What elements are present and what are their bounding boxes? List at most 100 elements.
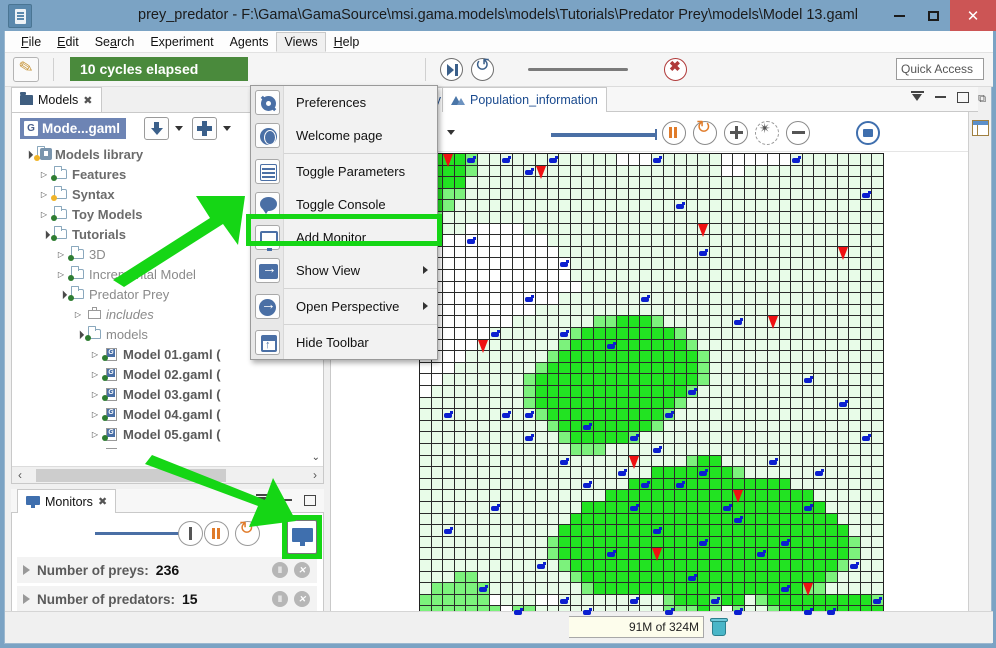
expand-icon[interactable]: [54, 250, 68, 259]
trash-icon[interactable]: [710, 617, 728, 637]
grid-cell: [733, 444, 745, 456]
display-slider[interactable]: [551, 129, 657, 140]
tree-item[interactable]: GModel 02.gaml (: [12, 364, 323, 384]
menu-edit[interactable]: Edit: [49, 32, 87, 52]
scroll-right-icon[interactable]: ›: [313, 468, 317, 482]
tab-monitors[interactable]: Monitors ✖: [17, 489, 117, 513]
camera-icon[interactable]: [856, 121, 880, 145]
scroll-down-icon[interactable]: ⌄: [312, 452, 320, 463]
menu-views[interactable]: Views: [276, 31, 326, 52]
expand-icon[interactable]: [88, 370, 102, 379]
step-icon[interactable]: [440, 58, 463, 81]
menu-item-open-perspective[interactable]: Open Perspective: [251, 290, 437, 323]
restore-view-icon[interactable]: [911, 91, 924, 103]
new-caret-icon[interactable]: [223, 126, 231, 131]
maximize-view-icon[interactable]: [957, 91, 969, 103]
close-monitor-icon-2[interactable]: ✕: [294, 591, 310, 607]
simulation-grid[interactable]: [419, 153, 884, 618]
expand-icon[interactable]: [88, 390, 102, 399]
restore-monitors-icon[interactable]: [256, 494, 269, 506]
agents-caret-icon[interactable]: [447, 130, 455, 135]
menu-item-toggle-console[interactable]: Toggle Console: [251, 188, 437, 221]
collapse-icon[interactable]: [37, 230, 51, 239]
pause-monitor-icon[interactable]: ‖: [272, 562, 288, 578]
expand-icon[interactable]: [37, 210, 51, 219]
grid-cell: [733, 560, 745, 572]
pause-icon[interactable]: [662, 121, 686, 145]
grid-cell: [698, 560, 710, 572]
expand-icon[interactable]: [88, 350, 102, 359]
scroll-left-icon[interactable]: ‹: [18, 468, 22, 482]
grid-cell: [872, 362, 883, 375]
menu-file[interactable]: FFileile: [13, 32, 49, 52]
grid-cell: [570, 525, 583, 537]
horizontal-scrollbar[interactable]: ‹ ›: [12, 466, 323, 483]
scrollbar-thumb[interactable]: [36, 469, 226, 482]
grid-cell: [872, 316, 883, 328]
menu-search[interactable]: Search: [87, 32, 143, 52]
new-icon[interactable]: [192, 117, 217, 140]
close-monitor-icon[interactable]: ✕: [294, 562, 310, 578]
pause-monitor-icon-2[interactable]: ‖: [272, 591, 288, 607]
monitor-slider[interactable]: [95, 532, 180, 535]
minimize-button[interactable]: [882, 0, 916, 31]
edit-icon[interactable]: [13, 57, 39, 82]
close-icon[interactable]: ✖: [83, 94, 92, 107]
grid-cell: [466, 212, 478, 224]
add-monitor-button[interactable]: [287, 520, 317, 554]
menu-item-welcome-page[interactable]: Welcome page: [251, 119, 437, 152]
monitor-row-preys[interactable]: Number of preys: 236 ‖ ✕: [17, 557, 317, 583]
expand-icon[interactable]: [88, 430, 102, 439]
close-button[interactable]: ✕: [950, 0, 996, 31]
grid-cell: [454, 177, 467, 189]
zoom-out-icon[interactable]: [786, 121, 810, 145]
menu-item-show-view[interactable]: Show View: [251, 254, 437, 287]
tab-models[interactable]: Models ✖: [11, 87, 102, 112]
expand-icon[interactable]: [37, 190, 51, 199]
collapse-icon[interactable]: [54, 290, 68, 299]
close-icon-monitors[interactable]: ✖: [98, 495, 107, 508]
menu-item-hide-toolbar[interactable]: Hide Toolbar: [251, 326, 437, 359]
current-model-chip[interactable]: G Mode...gaml: [20, 118, 127, 139]
expand-icon-2[interactable]: [23, 594, 30, 604]
expand-icon[interactable]: [54, 270, 68, 279]
maximize-button[interactable]: [916, 0, 950, 31]
speed-slider[interactable]: [528, 68, 628, 71]
menu-help[interactable]: Help: [326, 32, 368, 52]
collapse-icon[interactable]: [20, 150, 34, 159]
stop-icon[interactable]: [664, 58, 687, 81]
reload-icon[interactable]: [471, 58, 494, 81]
quick-access-input[interactable]: Quick Access: [896, 58, 984, 80]
tree-item[interactable]: GModel 03.gaml (: [12, 384, 323, 404]
minimize-view-icon[interactable]: [935, 96, 946, 98]
tree-item[interactable]: GModel 06.gaml (: [12, 444, 323, 449]
view-menu-icon[interactable]: ⧉: [978, 93, 986, 106]
import-caret-icon[interactable]: [175, 126, 183, 131]
collapse-icon[interactable]: [71, 330, 85, 339]
menu-item-preferences[interactable]: Preferences: [251, 86, 437, 119]
monitor-row-predators[interactable]: Number of predators: 15 ‖ ✕: [17, 586, 317, 612]
grid-cell: [779, 548, 792, 560]
pause-button[interactable]: [204, 521, 229, 546]
expand-icon[interactable]: [71, 310, 85, 319]
import-icon[interactable]: [144, 117, 169, 140]
expand-icon[interactable]: [37, 170, 51, 179]
sync-icon[interactable]: [693, 117, 717, 145]
grid-cell: [733, 154, 745, 166]
menu-experiment[interactable]: Experiment: [142, 32, 221, 52]
tab-population-information[interactable]: Population_information: [442, 87, 607, 112]
maximize-monitors-icon[interactable]: [304, 494, 316, 506]
step-button[interactable]: [178, 521, 203, 546]
expand-icon[interactable]: [88, 410, 102, 419]
perspective-icon[interactable]: [972, 120, 989, 136]
tree-item[interactable]: GModel 04.gaml (: [12, 404, 323, 424]
tree-item[interactable]: GModel 05.gaml (: [12, 424, 323, 444]
menu-item-add-monitor[interactable]: Add Monitor: [251, 221, 437, 254]
menu-item-toggle-parameters[interactable]: Toggle Parameters: [251, 155, 437, 188]
zoom-in-icon[interactable]: [724, 121, 748, 145]
reload-button[interactable]: [235, 518, 260, 546]
zoom-fit-icon[interactable]: [755, 120, 779, 145]
expand-icon[interactable]: [23, 565, 30, 575]
menu-agents[interactable]: Agents: [222, 32, 277, 52]
minimize-monitors-icon[interactable]: [281, 499, 292, 501]
